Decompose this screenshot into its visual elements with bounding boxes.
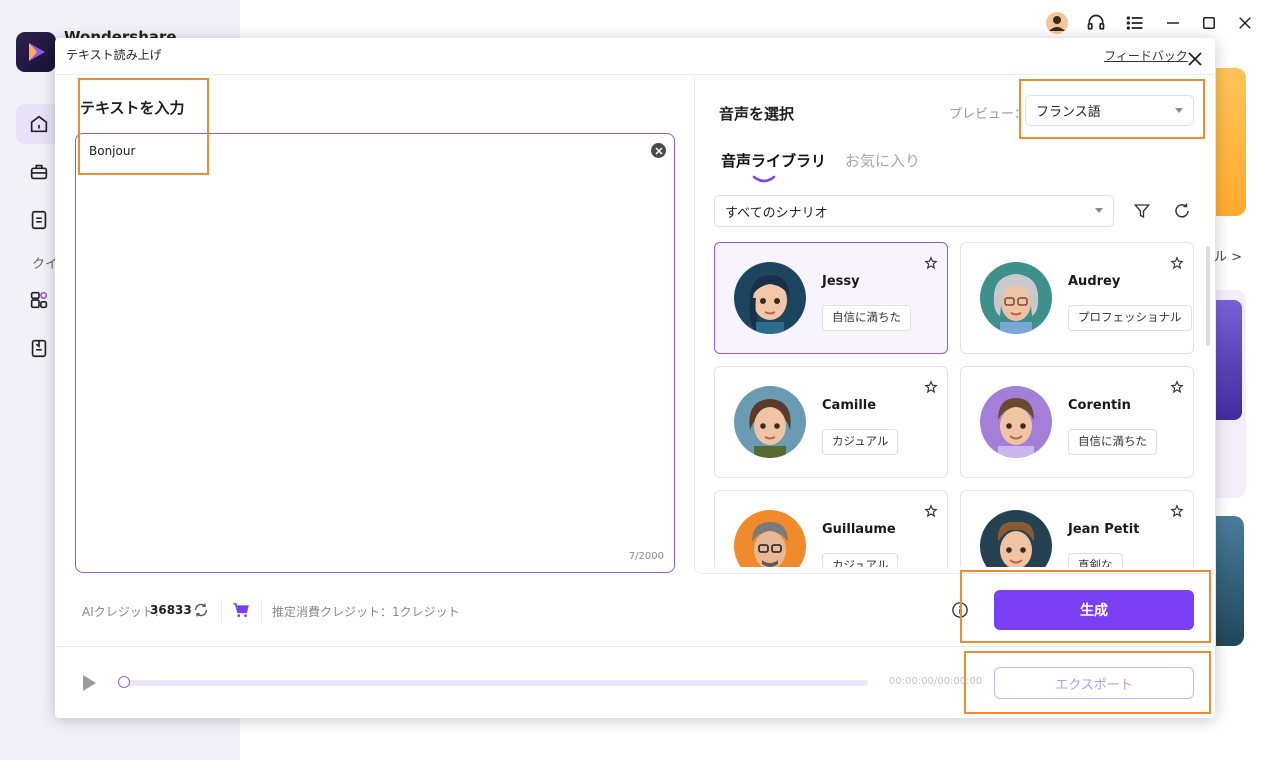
divider xyxy=(221,599,222,623)
voice-card-jessy[interactable]: Jessy 自信に満ちた xyxy=(714,242,948,354)
feedback-link[interactable]: フィードバック xyxy=(1104,47,1188,64)
voice-name: Guillaume xyxy=(822,522,896,537)
voice-name: Camille xyxy=(822,398,877,413)
tab-favorites[interactable]: お気に入り xyxy=(845,150,920,171)
clear-text-icon[interactable] xyxy=(651,143,666,158)
voice-name: Jessy xyxy=(822,274,860,289)
voice-list: Jessy 自信に満ちた Audrey プロフェッショナル Camille カジ… xyxy=(714,242,1196,567)
voice-avatar xyxy=(980,386,1052,458)
voice-tag: 自信に満ちた xyxy=(1068,429,1157,455)
cart-icon[interactable] xyxy=(232,601,250,619)
audio-progress-bar[interactable] xyxy=(120,680,868,686)
divider xyxy=(261,599,262,623)
active-tab-indicator xyxy=(752,168,776,183)
star-icon[interactable] xyxy=(1167,377,1187,397)
annotation-highlight xyxy=(78,78,209,175)
voice-card-guillaume[interactable]: Guillaume カジュアル xyxy=(714,490,948,567)
credits-refresh-icon[interactable] xyxy=(193,602,209,618)
voice-tag: 真剣な xyxy=(1068,553,1123,567)
window-close-icon[interactable] xyxy=(1232,10,1258,36)
star-icon[interactable] xyxy=(1167,253,1187,273)
app-logo xyxy=(16,32,56,72)
dialog-close-button[interactable] xyxy=(1184,48,1206,70)
star-icon[interactable] xyxy=(921,501,941,521)
voice-avatar xyxy=(734,262,806,334)
voice-list-scrollbar[interactable] xyxy=(1206,246,1210,346)
voice-card-audrey[interactable]: Audrey プロフェッショナル xyxy=(960,242,1194,354)
voice-name: Audrey xyxy=(1068,274,1121,289)
annotation-highlight xyxy=(964,651,1211,714)
dialog-title: テキスト読み上げ xyxy=(66,48,162,62)
annotation-highlight xyxy=(960,570,1211,643)
voice-card-camille[interactable]: Camille カジュアル xyxy=(714,366,948,478)
filter-icon[interactable] xyxy=(1130,200,1154,222)
estimated-credits: 推定消費クレジット：1クレジット xyxy=(272,605,460,619)
divider xyxy=(56,646,1214,647)
star-icon[interactable] xyxy=(921,377,941,397)
voice-card-jean-petit[interactable]: Jean Petit 真剣な xyxy=(960,490,1194,567)
background-more-link: ル > xyxy=(1214,250,1243,265)
play-icon[interactable] xyxy=(80,673,98,693)
voice-tag: 自信に満ちた xyxy=(822,305,911,331)
scenario-select-value: すべてのシナリオ xyxy=(725,205,828,221)
voice-tag: カジュアル xyxy=(822,429,899,455)
background-promo-card xyxy=(1216,68,1246,216)
preview-label: プレビュー： xyxy=(949,107,1028,122)
voice-select-title: 音声を選択 xyxy=(719,105,795,123)
menu-list-icon[interactable] xyxy=(1122,10,1148,36)
star-icon[interactable] xyxy=(921,253,941,273)
voice-tag: カジュアル xyxy=(822,553,899,567)
support-headset-icon[interactable] xyxy=(1083,10,1109,36)
character-count: 7/2000 xyxy=(628,551,664,562)
voice-name: Jean Petit xyxy=(1068,522,1140,537)
background-card-image xyxy=(1216,516,1244,646)
ai-credits-value: 36833 xyxy=(150,603,192,617)
voice-avatar xyxy=(980,510,1052,567)
voice-name: Corentin xyxy=(1068,398,1131,413)
text-input-area[interactable] xyxy=(75,133,675,573)
voice-avatar xyxy=(734,386,806,458)
voice-avatar xyxy=(734,510,806,567)
voice-tag: プロフェッショナル xyxy=(1068,305,1192,331)
chevron-down-icon xyxy=(1095,208,1103,213)
background-card-image xyxy=(1216,300,1242,420)
annotation-highlight xyxy=(1019,79,1205,139)
user-avatar-icon[interactable] xyxy=(1044,10,1070,36)
minimize-icon[interactable] xyxy=(1160,10,1186,36)
maximize-icon[interactable] xyxy=(1196,10,1222,36)
audio-progress-handle[interactable] xyxy=(118,676,130,688)
refresh-icon[interactable] xyxy=(1170,200,1194,222)
voice-avatar xyxy=(980,262,1052,334)
voice-card-corentin[interactable]: Corentin 自信に満ちた xyxy=(960,366,1194,478)
star-icon[interactable] xyxy=(1167,501,1187,521)
scenario-select[interactable]: すべてのシナリオ xyxy=(714,195,1114,227)
